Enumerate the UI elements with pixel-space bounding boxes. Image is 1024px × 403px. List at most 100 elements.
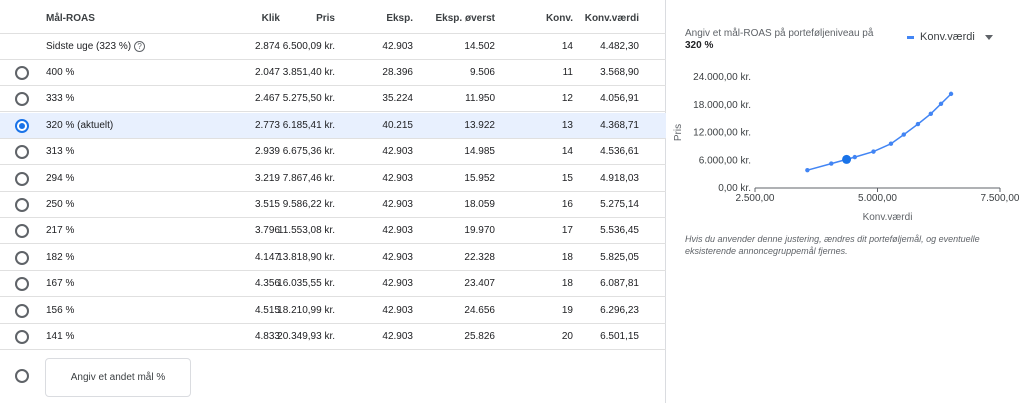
x-axis-title: Konv.værdi — [863, 212, 913, 223]
table-row[interactable]: 250 % 3.515 9.586,22 kr. 42.903 18.059 16 5.27… — [0, 192, 666, 218]
table-row[interactable]: 141 % 4.833 20.349,93 kr. 42.903 25.826 20 6.5… — [0, 324, 666, 350]
row-conversions: 14 — [561, 146, 573, 158]
data-point — [805, 167, 810, 173]
row-cost: 6.185,41 kr. — [282, 119, 335, 131]
y-tick-label: 0,00 kr. — [718, 183, 751, 194]
radio-button-icon[interactable] — [15, 118, 29, 133]
col-header-cost: Pris — [316, 13, 335, 24]
summary-cost: 6.500,09 kr. — [282, 41, 335, 52]
table-row[interactable]: 333 % 2.467 5.275,50 kr. 35.224 11.950 12 4.05… — [0, 86, 666, 113]
row-top-impressions: 23.407 — [464, 278, 495, 290]
col-header-impressions: Eksp. — [386, 13, 413, 24]
row-clicks: 2.939 — [254, 146, 280, 158]
current-target-point — [842, 154, 852, 164]
row-cost: 6.675,36 kr. — [282, 146, 335, 158]
row-target-roas: 320 % (aktuelt) — [46, 119, 114, 131]
row-target-roas: 182 % — [46, 251, 75, 263]
row-impressions: 35.224 — [382, 93, 413, 105]
row-clicks: 2.047 — [254, 67, 280, 78]
row-top-impressions: 22.328 — [464, 251, 495, 263]
row-conversions: 19 — [561, 304, 573, 316]
row-conv-value: 6.087,81 — [600, 278, 639, 290]
summary-impressions: 42.903 — [382, 41, 413, 52]
row-conv-value: 5.275,14 — [600, 199, 639, 210]
summary-conv-value: 4.482,30 — [600, 41, 639, 52]
row-impressions: 42.903 — [382, 304, 413, 316]
row-target-roas: 141 % — [46, 331, 75, 342]
row-top-impressions: 13.922 — [464, 119, 495, 131]
row-conv-value: 3.568,90 — [600, 67, 639, 78]
data-point — [915, 121, 921, 127]
row-clicks: 2.467 — [254, 93, 280, 105]
table-row[interactable]: 167 % 4.356 16.035,55 kr. 42.903 23.407 18 6.0… — [0, 271, 666, 298]
row-top-impressions: 14.985 — [464, 146, 495, 158]
x-tick-label: 7.500,00 — [981, 193, 1020, 204]
row-impressions: 42.903 — [382, 251, 413, 263]
col-header-target-roas: Mål-ROAS — [46, 13, 95, 24]
radio-button-icon[interactable] — [15, 66, 29, 80]
data-point — [928, 111, 934, 117]
row-target-roas: 250 % — [46, 199, 75, 210]
radio-button-icon[interactable] — [15, 277, 29, 292]
data-point — [938, 101, 944, 106]
y-tick-label: 24.000,00 kr. — [693, 72, 751, 83]
row-conversions: 18 — [561, 278, 573, 290]
row-conversions: 20 — [561, 331, 573, 342]
help-circle-icon[interactable]: ? — [134, 40, 146, 52]
summary-label: Sidste uge (323 %)? — [46, 34, 146, 60]
row-cost: 18.210,99 kr. — [277, 304, 335, 316]
data-point — [901, 132, 906, 137]
row-cost: 3.851,40 kr. — [282, 67, 335, 78]
x-tick-label: 5.000,00 — [858, 193, 897, 204]
enter-custom-target-button[interactable]: Angiv et andet mål % — [45, 358, 191, 397]
table-row[interactable]: 156 % 4.515 18.210,99 kr. 42.903 24.656 19 6.2… — [0, 298, 666, 324]
row-impressions: 42.903 — [382, 146, 413, 158]
data-point — [948, 91, 954, 97]
summary-conversions: 14 — [561, 41, 573, 52]
table-row[interactable]: 217 % 3.796 11.553,08 kr. 42.903 19.970 17 5.5… — [0, 218, 666, 245]
row-conv-value: 6.296,23 — [600, 304, 639, 316]
row-impressions: 42.903 — [382, 199, 413, 210]
row-impressions: 42.903 — [382, 225, 413, 237]
row-conv-value: 6.501,15 — [600, 331, 639, 342]
row-target-roas: 400 % — [46, 67, 75, 78]
row-top-impressions: 11.950 — [465, 93, 495, 105]
row-impressions: 40.215 — [382, 119, 413, 131]
radio-button-icon[interactable] — [15, 330, 29, 344]
row-conv-value: 4.918,03 — [600, 172, 639, 184]
row-conv-value: 5.825,05 — [600, 251, 639, 263]
row-top-impressions: 19.970 — [464, 225, 495, 237]
radio-button-icon[interactable] — [15, 171, 29, 186]
row-conversions: 11 — [562, 67, 573, 78]
table-row[interactable]: 182 % 4.147 13.818,90 kr. 42.903 22.328 18 5.8… — [0, 245, 666, 271]
table-row[interactable]: 400 % 2.047 3.851,40 kr. 28.396 9.506 11 3.568… — [0, 60, 666, 86]
table-row[interactable]: 320 % (aktuelt) 2.773 6.185,41 kr. 40.215 13… — [0, 112, 666, 139]
radio-button-icon[interactable] — [15, 303, 29, 318]
radio-button-icon[interactable] — [15, 250, 29, 265]
row-conversions: 15 — [561, 172, 573, 184]
row-cost: 16.035,55 kr. — [277, 278, 335, 290]
row-conversions: 17 — [561, 225, 573, 237]
radio-button-icon[interactable] — [15, 92, 29, 107]
row-conv-value: 4.056,91 — [600, 93, 639, 105]
row-conversions: 16 — [561, 199, 573, 210]
row-clicks: 3.515 — [254, 199, 280, 210]
data-point — [888, 141, 894, 146]
row-conv-value: 5.536,45 — [600, 225, 639, 237]
table-header-row: Mål-ROAS Klik Pris Eksp. Eksp. øverst Ko… — [0, 4, 666, 34]
radio-button-icon[interactable] — [15, 198, 29, 212]
simulation-chart-panel: Angiv et mål-ROAS på porteføljeniveau på… — [667, 0, 1024, 403]
data-point — [829, 161, 834, 166]
x-tick-label: 2.500,00 — [736, 193, 775, 204]
row-target-roas: 217 % — [46, 225, 75, 237]
conv-value-cost-chart: 2.500,00 5.000,00 7.500,00 0,00 kr. 6.000,00… — [673, 72, 1020, 223]
radio-button-icon[interactable] — [15, 224, 29, 239]
radio-button-icon[interactable] — [15, 369, 29, 383]
y-tick-label: 6.000,00 kr. — [699, 155, 751, 166]
table-row[interactable]: 313 % 2.939 6.675,36 kr. 42.903 14.985 14 4.53… — [0, 139, 666, 166]
table-row[interactable]: 294 % 3.219 7.867,46 kr. 42.903 15.952 15 4.91… — [0, 166, 666, 192]
bid-simulator-table: Mål-ROAS Klik Pris Eksp. Eksp. øverst Ko… — [0, 0, 666, 403]
radio-button-icon[interactable] — [15, 145, 29, 160]
row-conversions: 13 — [561, 119, 573, 131]
row-cost: 7.867,46 kr. — [282, 172, 335, 184]
